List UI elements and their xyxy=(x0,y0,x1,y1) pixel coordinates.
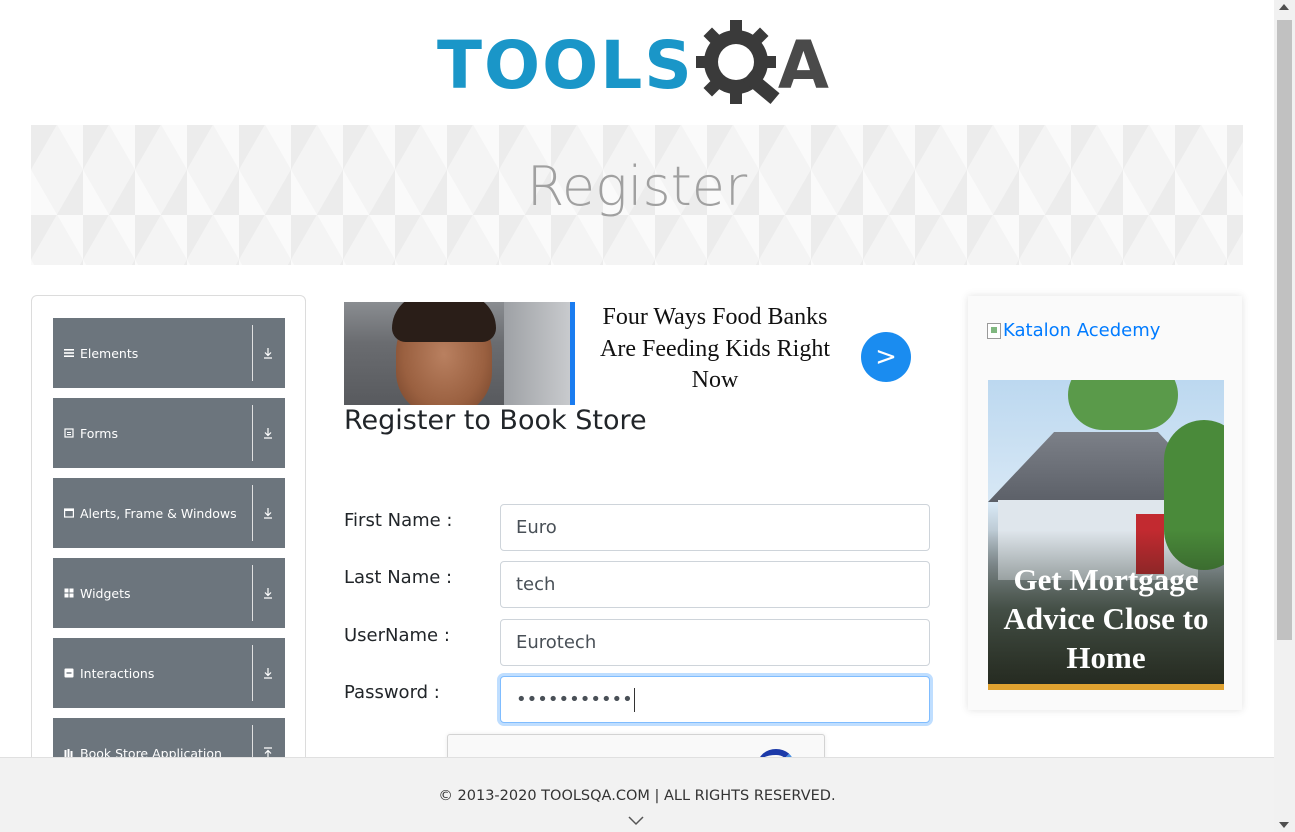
page-scrollbar[interactable] xyxy=(1274,0,1295,832)
password-label: Password : xyxy=(344,682,440,703)
logo-text: TOOLS xyxy=(437,26,694,104)
last-name-label: Last Name : xyxy=(344,567,453,588)
username-value: Eurotech xyxy=(516,632,597,653)
username-label: UserName : xyxy=(344,625,450,646)
password-value: ••••••••••• xyxy=(516,689,633,710)
hamburger-icon xyxy=(64,348,74,358)
sidebar-item-label: Elements xyxy=(80,345,139,361)
divider xyxy=(252,485,253,541)
ad-mortgage[interactable]: Get Mortgage Advice Close to Home xyxy=(988,380,1224,690)
page-banner: Register xyxy=(31,125,1243,265)
download-icon xyxy=(261,347,275,359)
footer-copyright: © 2013-2020 TOOLSQA.COM | ALL RIGHTS RES… xyxy=(438,788,836,804)
divider xyxy=(252,565,253,621)
last-name-input[interactable]: tech xyxy=(500,561,930,608)
form-title: Register to Book Store xyxy=(344,405,647,436)
interaction-icon xyxy=(64,668,74,678)
ad-next-button[interactable]: > xyxy=(861,332,911,382)
ad-headline: Four Ways Food Banks Are Feeding Kids Ri… xyxy=(600,304,830,393)
ad-photo-hair xyxy=(392,302,496,342)
katalon-academy-link[interactable]: Katalon Acedemy xyxy=(987,320,1160,341)
broken-image-icon xyxy=(987,322,1001,339)
window-icon xyxy=(64,508,74,518)
first-name-value: Euro xyxy=(516,517,557,538)
divider xyxy=(252,645,253,701)
form-icon xyxy=(64,428,74,438)
ad-tree xyxy=(1068,380,1178,430)
ad-banner-food-banks[interactable]: Four Ways Food Banks Are Feeding Kids Ri… xyxy=(344,302,930,405)
logo-suffix: A xyxy=(777,26,829,104)
page: TOOLS A Register Elements Forms Alerts, … xyxy=(0,0,1295,832)
download-icon xyxy=(261,667,275,679)
divider xyxy=(252,405,253,461)
ad-photo xyxy=(344,302,570,405)
username-input[interactable]: Eurotech xyxy=(500,619,930,666)
ad-accent-stripe xyxy=(570,302,575,405)
password-input[interactable]: ••••••••••• xyxy=(500,676,930,723)
gear-q-icon xyxy=(695,20,780,105)
sidebar-item-alerts[interactable]: Alerts, Frame & Windows xyxy=(53,478,285,548)
last-name-value: tech xyxy=(516,574,556,595)
sidebar-item-widgets[interactable]: Widgets xyxy=(53,558,285,628)
katalon-link-text: Katalon Acedemy xyxy=(1003,320,1161,341)
scrollbar-thumb[interactable] xyxy=(1277,20,1292,640)
ad-sidebar: Katalon Acedemy Get Mortgage Advice Clos… xyxy=(968,296,1242,710)
ad-photo-seat xyxy=(504,302,570,405)
footer: © 2013-2020 TOOLSQA.COM | ALL RIGHTS RES… xyxy=(0,757,1274,832)
download-icon xyxy=(261,587,275,599)
chevron-down-icon[interactable] xyxy=(628,816,644,826)
toolsqa-logo[interactable]: TOOLS A xyxy=(437,18,847,113)
scroll-down-arrow-icon[interactable] xyxy=(1279,822,1289,828)
ad-mortgage-headline: Get Mortgage Advice Close to Home xyxy=(1003,562,1209,675)
first-name-input[interactable]: Euro xyxy=(500,504,930,551)
ad-accent-bar xyxy=(988,684,1224,690)
sidebar-item-label: Widgets xyxy=(80,585,131,601)
sidebar-item-label: Forms xyxy=(80,425,119,441)
sidebar-item-label: Alerts, Frame & Windows xyxy=(80,505,237,521)
first-name-label: First Name : xyxy=(344,510,453,531)
grid-icon xyxy=(64,588,74,598)
divider xyxy=(252,325,253,381)
download-icon xyxy=(261,427,275,439)
scroll-up-arrow-icon[interactable] xyxy=(1279,4,1289,10)
sidebar-item-elements[interactable]: Elements xyxy=(53,318,285,388)
sidebar-item-forms[interactable]: Forms xyxy=(53,398,285,468)
download-icon xyxy=(261,507,275,519)
sidebar-item-interactions[interactable]: Interactions xyxy=(53,638,285,708)
sidebar: Elements Forms Alerts, Frame & Windows W… xyxy=(31,295,306,765)
page-title: Register xyxy=(526,155,748,218)
text-caret xyxy=(633,687,635,712)
sidebar-item-label: Interactions xyxy=(80,665,155,681)
